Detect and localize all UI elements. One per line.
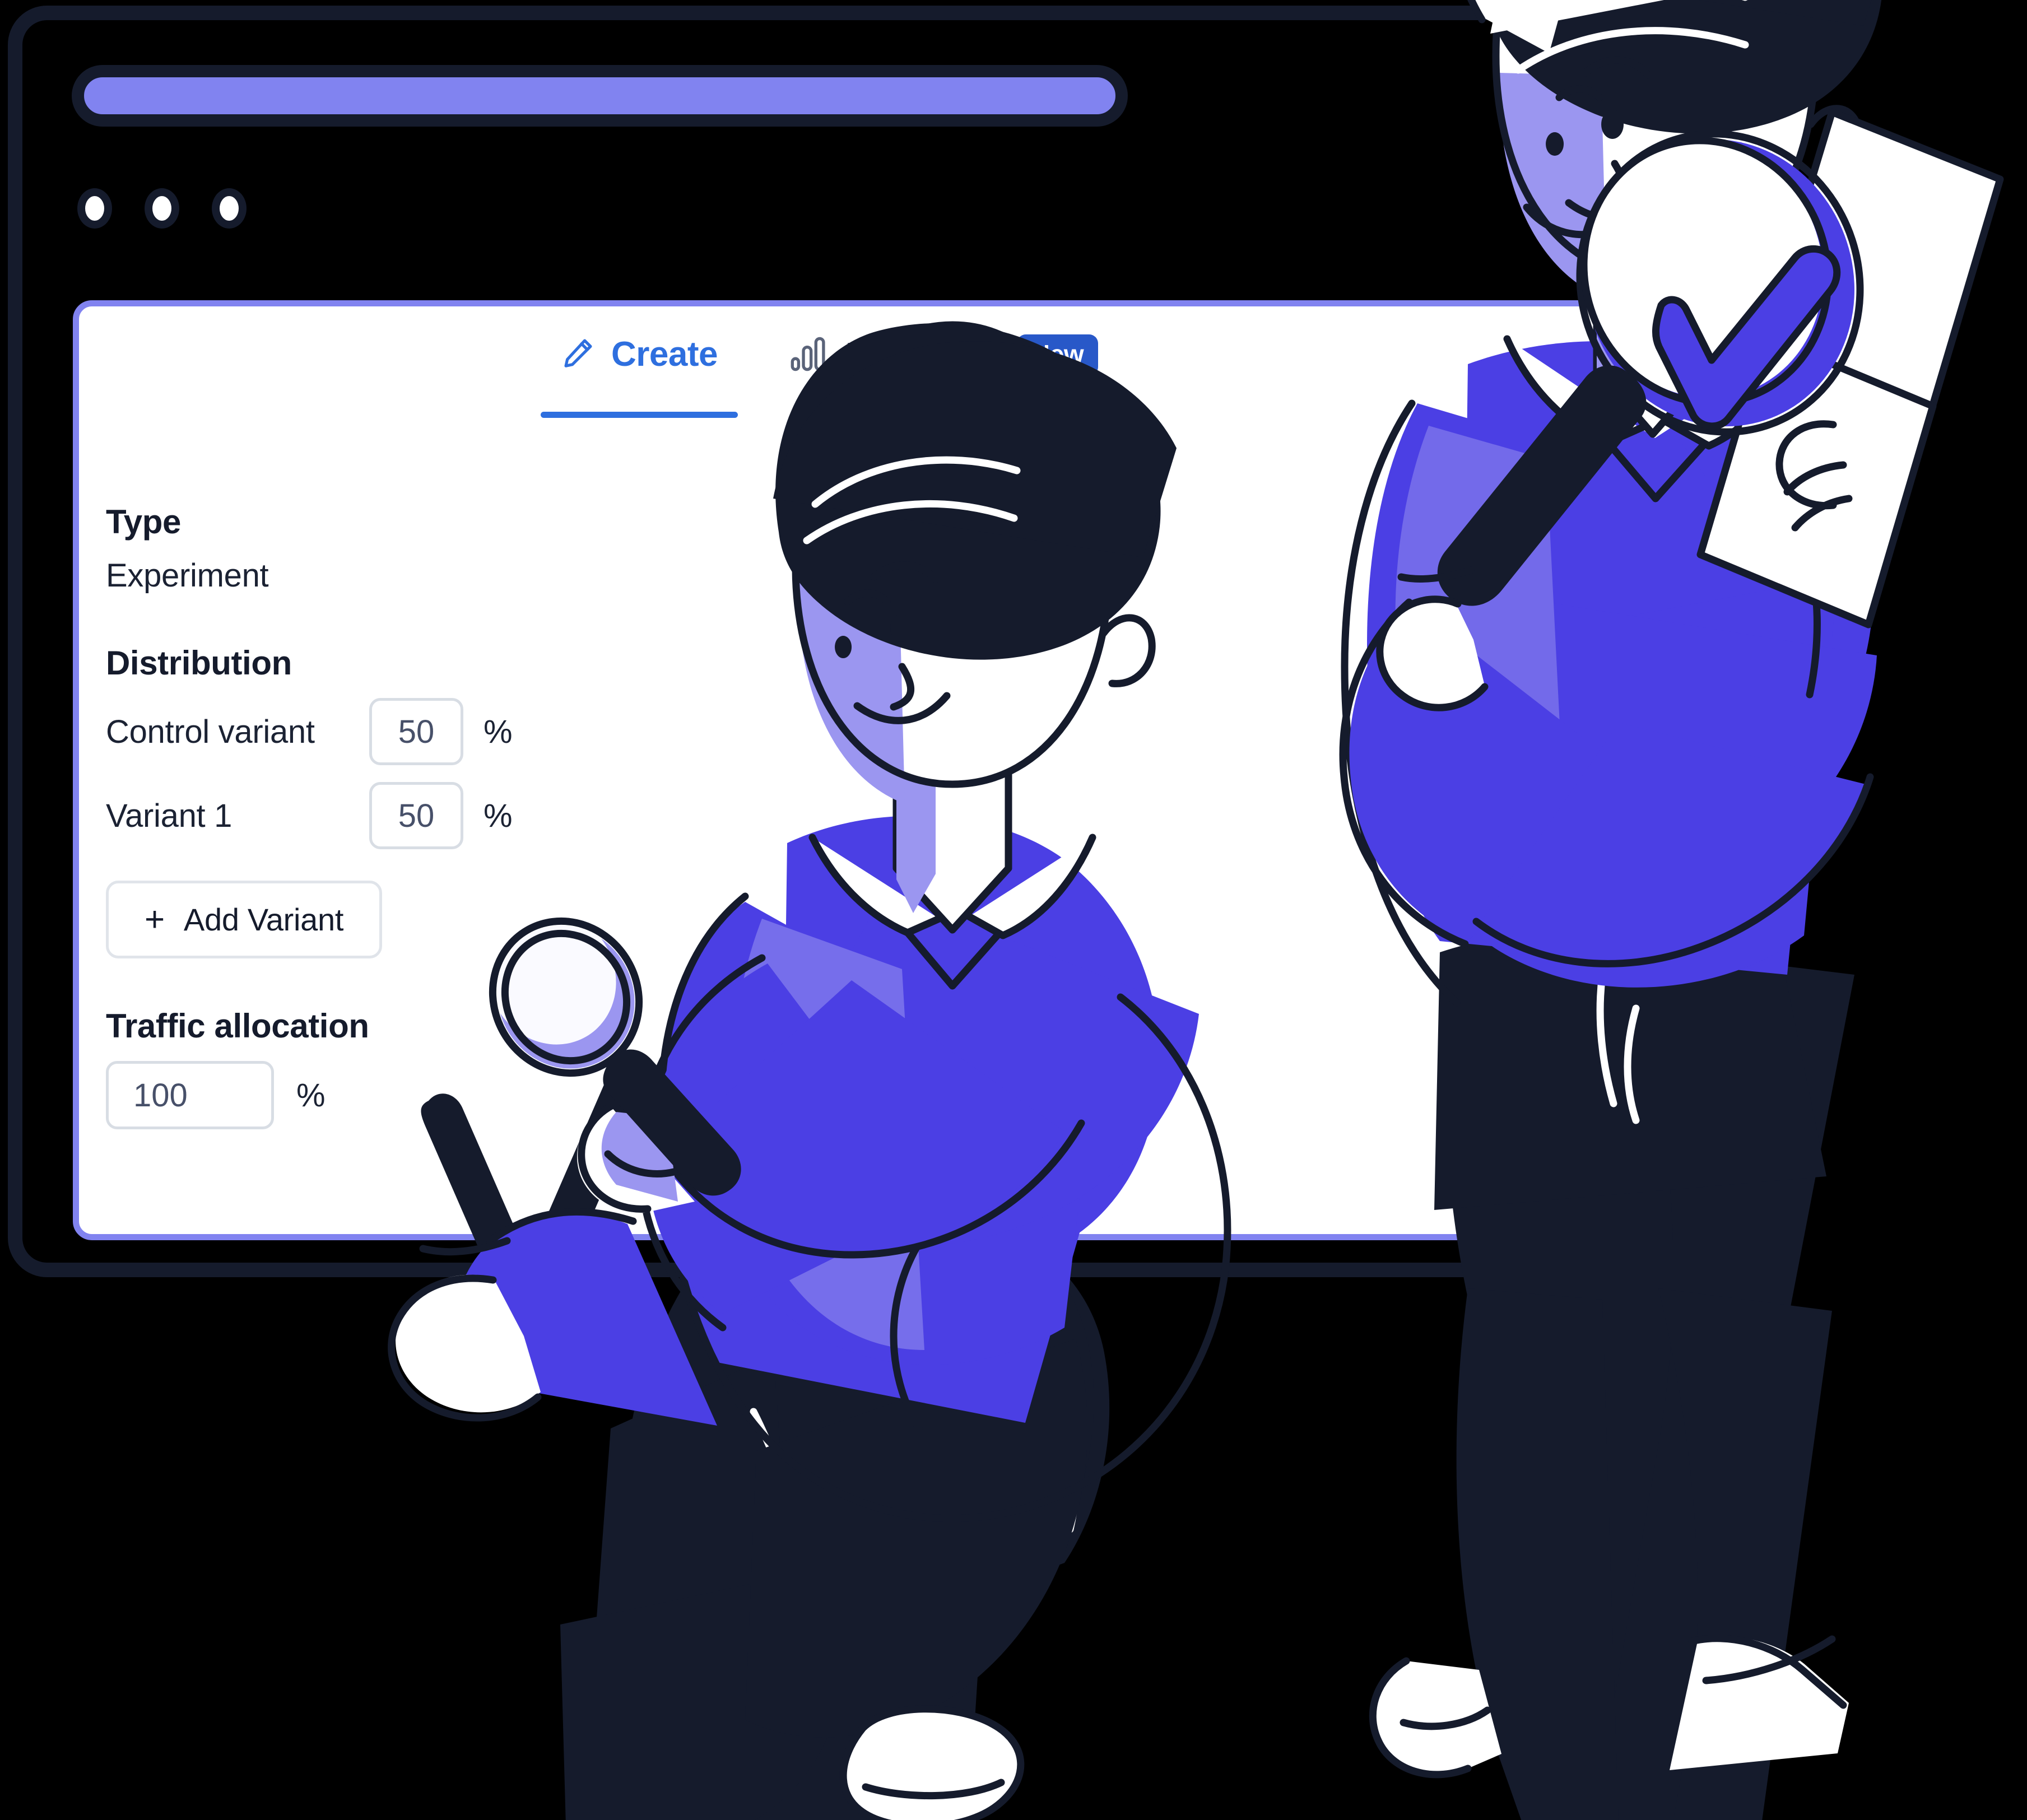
- experiment-editor-card: Create Insights New Type Experiment Dist…: [73, 300, 1628, 1240]
- add-variant-label: Add Variant: [183, 902, 344, 937]
- distribution-row-control: Control variant 50 %: [106, 698, 666, 765]
- variant-1-unit: %: [483, 797, 513, 834]
- tab-active-underline: [541, 412, 738, 418]
- type-value: Experiment: [106, 557, 269, 594]
- control-variant-label: Control variant: [106, 713, 315, 750]
- tab-create-label: Create: [611, 335, 718, 374]
- tab-bar: Create Insights New: [541, 334, 1099, 418]
- distribution-label: Distribution: [106, 644, 292, 682]
- tab-insights[interactable]: Insights New: [791, 334, 1099, 376]
- control-variant-unit: %: [483, 713, 513, 750]
- pencil-icon: [561, 336, 596, 373]
- illustration-stage: Create Insights New Type Experiment Dist…: [0, 0, 2027, 1820]
- variant-1-label: Variant 1: [106, 797, 233, 834]
- traffic-allocation-unit: %: [296, 1077, 326, 1114]
- window-dot-close[interactable]: [77, 188, 112, 229]
- traffic-allocation-input[interactable]: 100: [106, 1061, 274, 1129]
- traffic-allocation-label: Traffic allocation: [106, 1007, 369, 1045]
- distribution-row-variant-1: Variant 1 50 %: [106, 782, 666, 849]
- plus-icon: +: [145, 900, 165, 939]
- control-variant-input[interactable]: 50: [369, 698, 463, 765]
- tab-insights-label: Insights: [845, 336, 977, 375]
- check-in-lens: [1656, 249, 1837, 426]
- traffic-allocation-row: 100 %: [106, 1061, 666, 1129]
- add-variant-button[interactable]: + Add Variant: [106, 881, 383, 958]
- tab-create[interactable]: Create: [541, 334, 738, 418]
- status-badge-new: New: [1016, 334, 1099, 376]
- url-bar[interactable]: [72, 65, 1128, 127]
- variant-1-input[interactable]: 50: [369, 782, 463, 849]
- type-label: Type: [106, 503, 181, 541]
- experiment-form: Type Experiment Distribution Control var…: [106, 502, 666, 1129]
- window-dot-maximize[interactable]: [212, 188, 247, 229]
- browser-window-frame: Create Insights New Type Experiment Dist…: [8, 6, 1652, 1277]
- bar-chart-icon: [791, 337, 830, 374]
- window-dot-minimize[interactable]: [145, 188, 179, 229]
- window-traffic-lights: [77, 188, 247, 229]
